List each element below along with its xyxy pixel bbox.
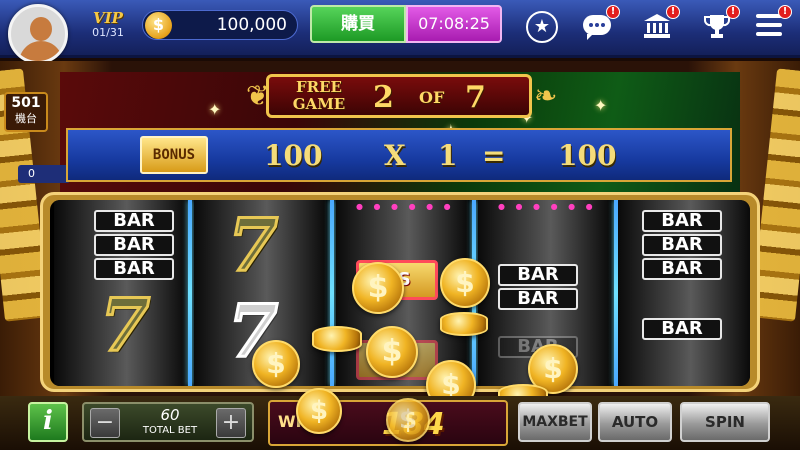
free-game-current: 2 (373, 80, 394, 115)
chat-icon (583, 15, 611, 40)
free-game-line2: GAME (292, 95, 346, 113)
notification-badge: ! (726, 5, 740, 19)
free-game-total: 7 (465, 80, 486, 115)
ornament-left-icon: ❦ (246, 79, 270, 112)
avatar-head (30, 17, 52, 41)
total-bet-value: 60 (160, 406, 180, 424)
vip-label: VIP (93, 9, 123, 27)
bank-button[interactable]: ! (640, 5, 680, 43)
notification-badge: ! (606, 5, 620, 19)
buy-button[interactable]: 購買 (310, 5, 406, 43)
light-dots: ● ● ● ● ● ● (498, 202, 597, 211)
machine-number-badge[interactable]: 501 機台 (4, 92, 48, 132)
notification-badge: ! (666, 5, 680, 19)
reel-1: BAR BAR BAR 7 (54, 200, 186, 386)
gold-coin: $ (440, 258, 490, 308)
gold-coin: $ (296, 388, 342, 434)
reel-divider (188, 200, 192, 386)
bar-symbol: BAR (642, 210, 722, 232)
favorite-star-button[interactable]: ★ (526, 11, 558, 43)
bar-symbol: BAR (498, 264, 578, 286)
menu-button[interactable]: ! (752, 5, 792, 43)
total-bet-label: TOTAL BET (142, 425, 198, 436)
bonus-calculation-bar: BONUS 100 X 1 = 100 (66, 128, 732, 182)
auto-button[interactable]: AUTO (598, 402, 672, 442)
bar-symbol: BAR (642, 318, 722, 340)
reel-5: BAR BAR BAR BAR (618, 200, 750, 386)
bonus-multiplier: 1 (438, 139, 458, 172)
gold-coin (312, 326, 362, 352)
maxbet-button[interactable]: MAXBET (518, 402, 592, 442)
side-counter[interactable]: 0 (18, 165, 70, 183)
spin-button[interactable]: SPIN (680, 402, 770, 442)
free-game-banner: FREE GAME 2 OF 7 (266, 74, 532, 118)
equals-sign: = (482, 139, 506, 172)
free-game-of: OF (419, 88, 445, 107)
increase-bet-button[interactable]: + (216, 408, 246, 438)
gold-coin (440, 312, 488, 336)
bar-symbol: BAR (642, 258, 722, 280)
multiply-sign: X (384, 139, 406, 172)
bar-symbol: BAR (94, 258, 174, 280)
bonus-result-value: 100 (558, 139, 617, 172)
machine-number: 501 (11, 95, 41, 111)
seven-symbol: 7 (226, 202, 279, 287)
machine-label: 機台 (15, 112, 37, 125)
sparkle-icon: ✦ (208, 100, 222, 119)
bonus-base-value: 100 (264, 139, 323, 172)
gold-coin: $ (252, 340, 300, 388)
bar-symbol: BAR (94, 210, 174, 232)
notification-badge: ! (778, 5, 792, 19)
seven-symbol: 7 (98, 282, 151, 367)
free-game-line1: FREE (296, 78, 342, 96)
clock-display: 07:08:25 (406, 5, 502, 43)
coin-icon: $ (145, 12, 172, 39)
player-avatar[interactable] (8, 4, 68, 64)
balance-value: 100,000 (216, 15, 287, 35)
star-icon: ★ (533, 16, 551, 37)
ornament-right-icon: ❧ (534, 79, 558, 112)
bar-symbol: BAR (94, 234, 174, 256)
free-game-title: FREE GAME (287, 79, 351, 113)
reel-divider (330, 200, 334, 386)
gold-coin: $ (386, 398, 430, 442)
sparkle-icon: ✦ (594, 96, 608, 115)
info-button[interactable]: i (28, 402, 68, 442)
total-bet-panel: − 60 TOTAL BET + (82, 402, 254, 442)
bar-symbol: BAR (642, 234, 722, 256)
bonus-symbol-tile: BONUS (140, 136, 208, 174)
vip-progress: 01/31 (92, 26, 124, 39)
gold-coin: $ (352, 262, 404, 314)
chat-button[interactable]: ! (580, 5, 620, 43)
top-bar: VIP 01/31 $ 100,000 購買 07:08:25 ★ ! ! ! … (0, 0, 800, 64)
light-dots: ● ● ● ● ● ● (356, 202, 455, 211)
decrease-bet-button[interactable]: − (90, 408, 120, 438)
trophy-button[interactable]: ! (700, 5, 740, 43)
coin-balance: $ 100,000 (142, 10, 298, 40)
gold-coin: $ (366, 326, 418, 378)
vip-level[interactable]: VIP 01/31 (82, 10, 134, 46)
bar-symbol: BAR (498, 288, 578, 310)
